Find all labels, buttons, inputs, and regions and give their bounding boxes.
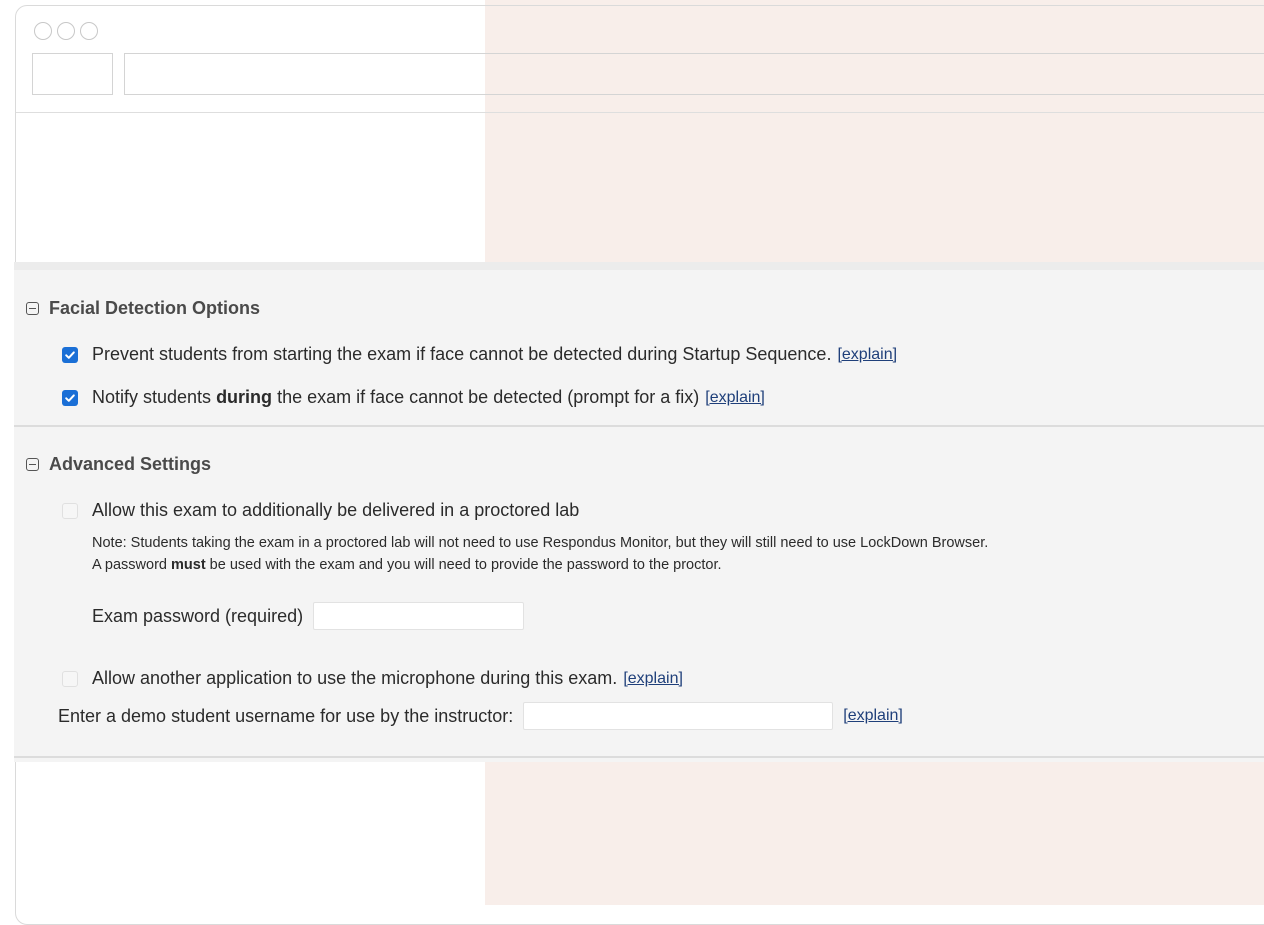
notify-label-post: the exam if face cannot be detected (pro… — [272, 387, 700, 407]
section-title: Advanced Settings — [49, 454, 212, 474]
exam-password-input[interactable] — [313, 602, 525, 630]
explain-link[interactable]: [explain] — [705, 389, 765, 407]
explain-link[interactable]: [explain] — [837, 346, 897, 364]
notify-label-bold: during — [216, 387, 273, 407]
proctored-lab-checkbox[interactable] — [62, 502, 78, 519]
demo-username-label: Enter a demo student username for use by… — [58, 705, 514, 726]
microphone-option: Allow another application to use the mic… — [62, 668, 683, 689]
address-bar[interactable] — [124, 53, 1264, 95]
explain-link[interactable]: [explain] — [623, 670, 683, 688]
collapse-icon[interactable] — [26, 458, 39, 471]
exam-password-row: Exam password (required) — [92, 602, 525, 630]
prevent-start-option: Prevent students from starting the exam … — [62, 344, 897, 365]
checkmark-icon — [65, 393, 75, 402]
proctored-lab-label: Allow this exam to additionally be deliv… — [92, 500, 580, 520]
section-divider — [14, 425, 1264, 427]
collapse-icon[interactable] — [26, 302, 39, 315]
demo-username-row: Enter a demo student username for use by… — [58, 702, 903, 730]
advanced-settings-header[interactable]: Advanced Settings — [26, 454, 211, 475]
facial-detection-header[interactable]: Facial Detection Options — [26, 298, 260, 319]
minimize-window-icon[interactable] — [57, 22, 75, 40]
note-line-2-post: be used with the exam and you will need … — [205, 557, 722, 573]
section-title: Facial Detection Options — [49, 298, 261, 318]
proctored-lab-note: Note: Students taking the exam in a proc… — [92, 532, 988, 576]
microphone-checkbox[interactable] — [62, 670, 78, 687]
checkmark-icon — [65, 350, 75, 359]
proctored-lab-option: Allow this exam to additionally be deliv… — [62, 500, 579, 521]
note-line-2: A password must be used with the exam an… — [92, 554, 988, 576]
notify-label-pre: Notify students — [92, 387, 217, 407]
note-line-1: Note: Students taking the exam in a proc… — [92, 535, 989, 551]
browser-tab[interactable] — [32, 53, 113, 95]
toolbar-divider — [16, 112, 1264, 113]
notify-during-checkbox[interactable] — [62, 389, 78, 406]
explain-link[interactable]: [explain] — [843, 707, 903, 725]
demo-username-input[interactable] — [523, 702, 834, 730]
prevent-start-checkbox[interactable] — [62, 346, 78, 363]
note-line-2-bold: must — [171, 557, 206, 573]
prevent-start-label: Prevent students from starting the exam … — [92, 344, 832, 364]
window-controls — [34, 22, 98, 40]
section-divider — [14, 756, 1264, 758]
exam-password-label: Exam password (required) — [92, 605, 304, 626]
settings-panel: Facial Detection Options Prevent student… — [14, 262, 1264, 762]
maximize-window-icon[interactable] — [80, 22, 98, 40]
notify-during-option: Notify students during the exam if face … — [62, 387, 765, 408]
close-window-icon[interactable] — [34, 22, 52, 40]
note-line-2-pre: A password — [92, 557, 171, 573]
microphone-label: Allow another application to use the mic… — [92, 668, 618, 688]
